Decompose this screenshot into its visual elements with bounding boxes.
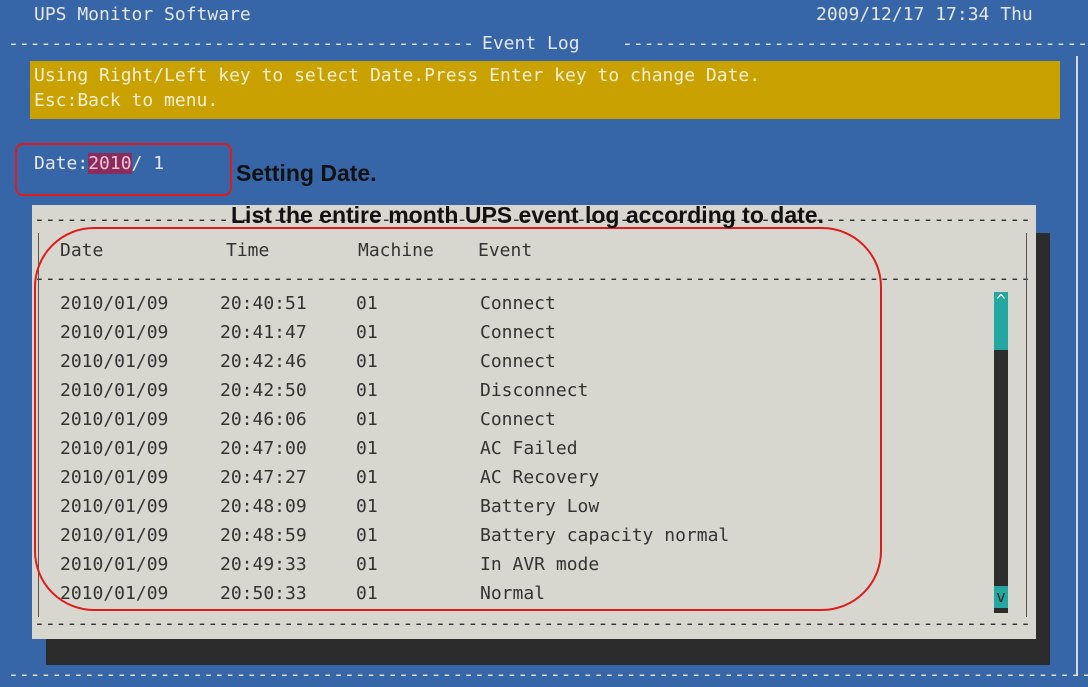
header-datetime: 2009/12/17 17:34 Thu — [816, 4, 1033, 25]
annotation-list-description: List the entire month UPS event log acco… — [231, 202, 824, 228]
title-rule-right: ----------------------------------------… — [622, 33, 1088, 54]
help-line-1: Using Right/Left key to select Date.Pres… — [34, 65, 761, 86]
scroll-up-arrow-icon[interactable]: ^ — [994, 290, 1008, 312]
annotation-setting-date: Setting Date. — [236, 160, 377, 186]
scroll-down-arrow-icon[interactable]: v — [994, 586, 1008, 608]
title-rule-left: ----------------------------------------… — [8, 33, 474, 54]
help-bar: Using Right/Left key to select Date.Pres… — [30, 61, 1060, 119]
section-title: Event Log — [482, 33, 580, 54]
help-line-2: Esc:Back to menu. — [34, 90, 219, 111]
app-title: UPS Monitor Software — [34, 4, 251, 25]
date-annotation-outline — [15, 143, 232, 196]
bottom-rule: ----------------------------------------… — [8, 664, 1088, 685]
list-annotation-outline — [34, 227, 882, 611]
terminal-screen: UPS Monitor Software 2009/12/17 17:34 Th… — [0, 0, 1088, 687]
panel-right-edge — [1026, 233, 1027, 617]
panel-bottom-rule: ----------------------------------------… — [34, 613, 1034, 634]
frame-right-edge — [1076, 56, 1078, 676]
